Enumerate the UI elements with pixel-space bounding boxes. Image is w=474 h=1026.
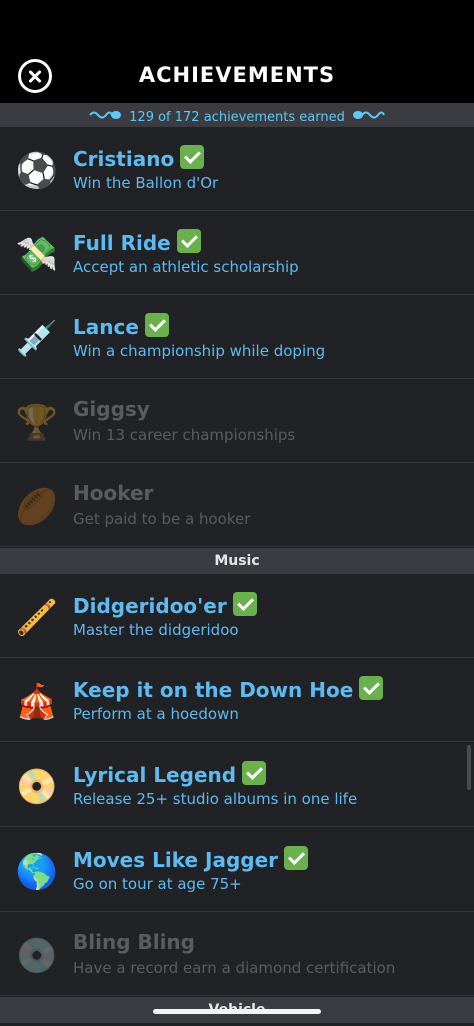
achievement-name: Moves Like Jagger — [73, 846, 308, 872]
sperm-left-icon — [89, 111, 121, 119]
achievement-description: Release 25+ studio albums in one life — [73, 790, 358, 808]
checkmark-icon — [359, 676, 384, 700]
checkmark-icon — [144, 313, 169, 337]
sperm-right-icon — [353, 111, 385, 119]
section-header-music: Music — [0, 548, 474, 574]
scrollbar[interactable] — [467, 745, 471, 790]
achievement-row[interactable]: 💿 Bling Bling Have a record earn a diamo… — [0, 912, 474, 996]
achievement-name: Full Ride — [73, 229, 201, 255]
achievement-name: Cristiano — [73, 145, 205, 171]
achievement-description: Get paid to be a hooker — [73, 510, 251, 528]
soccer-ball-icon: ⚽ — [15, 151, 59, 191]
didgeridoo-icon: 🪈 — [15, 598, 59, 638]
achievements-progress-strip: 129 of 172 achievements earned — [0, 103, 474, 127]
trophy-icon: 🏆 — [15, 403, 59, 443]
achievement-row[interactable]: 💉 Lance Win a championship while doping — [0, 295, 474, 379]
money-with-wings-icon: 💸 — [15, 235, 59, 275]
checkmark-icon — [232, 592, 257, 616]
page-title: ACHIEVEMENTS — [138, 63, 336, 87]
syringe-icon: 💉 — [15, 319, 59, 359]
achievement-row[interactable]: 🏉 Hooker Get paid to be a hooker — [0, 463, 474, 547]
achievement-description: Win a championship while doping — [73, 342, 326, 360]
checkmark-icon — [242, 761, 267, 785]
home-indicator[interactable] — [153, 1009, 321, 1014]
achievement-row[interactable]: 🌎 Moves Like Jagger Go on tour at age 75… — [0, 828, 474, 912]
achievement-description: Perform at a hoedown — [73, 705, 239, 723]
checkmark-icon — [176, 229, 201, 253]
achievement-row[interactable]: 🏆 Giggsy Win 13 career championships — [0, 379, 474, 463]
achievement-name: Giggsy — [73, 397, 150, 421]
achievement-name: Keep it on the Down Hoe — [73, 676, 384, 702]
achievement-name: Lyrical Legend — [73, 761, 267, 787]
dvd-disc-icon: 📀 — [15, 767, 59, 807]
achievement-description: Win 13 career championships — [73, 426, 296, 444]
achievement-row[interactable]: 📀 Lyrical Legend Release 25+ studio albu… — [0, 743, 474, 827]
achievement-row[interactable]: 🎪 Keep it on the Down Hoe Perform at a h… — [0, 658, 474, 742]
globe-americas-icon: 🌎 — [15, 852, 59, 892]
checkmark-icon — [180, 145, 205, 169]
diamond-record-icon: 💿 — [15, 936, 59, 976]
rugby-ball-icon: 🏉 — [15, 487, 59, 527]
circus-tent-icon: 🎪 — [15, 682, 59, 722]
header: ACHIEVEMENTS — [0, 0, 474, 103]
achievement-name: Didgeridoo'er — [73, 592, 257, 618]
achievement-name: Hooker — [73, 481, 154, 505]
achievement-name: Lance — [73, 313, 169, 339]
achievement-row[interactable]: ⚽ Cristiano Win the Ballon d'Or — [0, 127, 474, 211]
achievement-description: Win the Ballon d'Or — [73, 174, 219, 192]
achievement-description: Accept an athletic scholarship — [73, 258, 299, 276]
achievement-description: Master the didgeridoo — [73, 621, 239, 639]
achievement-name: Bling Bling — [73, 930, 195, 954]
achievements-progress-text: 129 of 172 achievements earned — [129, 110, 345, 125]
achievement-row[interactable]: 💸 Full Ride Accept an athletic scholarsh… — [0, 211, 474, 295]
achievement-row[interactable]: 🪈 Didgeridoo'er Master the didgeridoo — [0, 574, 474, 658]
achievement-description: Have a record earn a diamond certificati… — [73, 959, 396, 977]
achievement-description: Go on tour at age 75+ — [73, 875, 242, 893]
checkmark-icon — [284, 846, 308, 870]
